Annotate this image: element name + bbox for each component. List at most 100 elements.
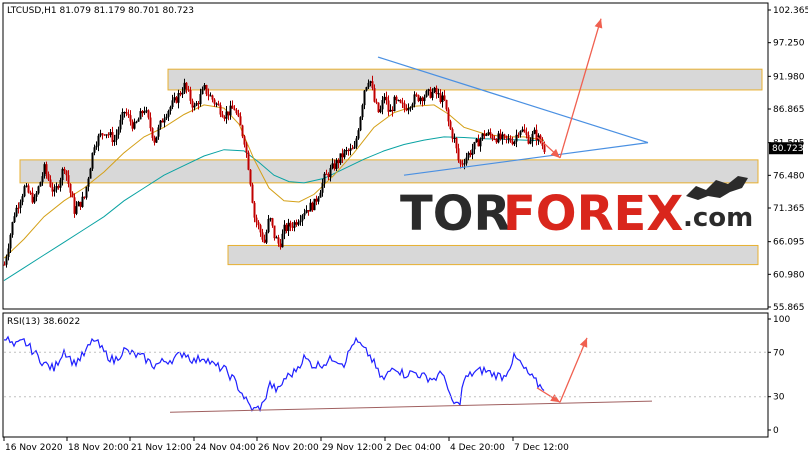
candle-body <box>403 103 406 109</box>
candle-body <box>527 134 530 144</box>
candle-body <box>323 173 326 183</box>
candle-body <box>425 90 428 97</box>
chart-window: TOR FOREX .com 102.365 97.250 91.980 86.865… <box>0 0 808 458</box>
candle-body <box>87 178 90 187</box>
candle-body <box>189 90 192 101</box>
price-tick-label: 91.980 <box>773 72 805 82</box>
candle-body <box>441 95 444 103</box>
candle-body <box>311 202 314 211</box>
candle-body <box>369 81 372 83</box>
candle-body <box>267 218 270 233</box>
candle-body <box>475 139 478 143</box>
candle-body <box>465 157 468 164</box>
candle-body <box>293 222 296 228</box>
rsi-tick-label: 70 <box>773 348 785 358</box>
candle-body <box>99 133 102 136</box>
candle-body <box>251 184 254 203</box>
candle-body <box>535 129 538 141</box>
candle-body <box>235 110 238 114</box>
candle-body <box>61 168 64 181</box>
candle-body <box>245 144 248 153</box>
candle-body <box>143 110 146 114</box>
candle-body <box>491 135 494 139</box>
candle-body <box>533 129 536 134</box>
zone-0 <box>167 68 763 91</box>
candle-body <box>405 108 408 111</box>
time-tick-label: 2 Dec 04:00 <box>386 443 441 453</box>
candle-body <box>389 109 392 112</box>
candle-body <box>499 133 502 140</box>
candle-body <box>83 196 86 198</box>
candle-body <box>33 196 36 203</box>
candle-body <box>149 117 152 129</box>
candle-body <box>57 186 60 188</box>
candle-body <box>247 152 250 170</box>
candle-body <box>487 132 490 135</box>
candle-body <box>507 138 510 140</box>
candle-body <box>53 189 56 192</box>
price-tick-label: 76.480 <box>773 171 805 181</box>
candle-body <box>127 113 130 116</box>
candle-body <box>449 121 452 130</box>
candle-body <box>101 133 104 135</box>
candle-body <box>89 168 92 179</box>
candle-body <box>393 96 396 111</box>
candle-body <box>37 186 40 194</box>
candle-body <box>377 102 380 113</box>
candle-body <box>307 210 310 212</box>
candle-body <box>477 139 480 147</box>
candle-body <box>55 186 58 190</box>
time-tick-label: 26 Nov 20:00 <box>258 443 319 453</box>
candle-body <box>411 104 414 108</box>
candle-body <box>471 149 474 155</box>
candle-body <box>117 129 120 135</box>
candle-body <box>125 111 128 114</box>
candle-body <box>427 89 430 91</box>
chart-title: LTCUSD,H1 81.079 81.179 80.701 80.723 <box>7 6 194 16</box>
candle-body <box>223 117 226 119</box>
candle-body <box>129 115 132 122</box>
candle-body <box>233 108 236 111</box>
candle-body <box>91 152 94 169</box>
candle-body <box>79 201 82 207</box>
candle-body <box>517 134 520 136</box>
candle-body <box>217 103 220 106</box>
candle-body <box>49 179 52 187</box>
candle-body <box>485 134 488 136</box>
candle-body <box>359 117 362 131</box>
candle-body <box>111 132 114 143</box>
candle-body <box>261 232 264 240</box>
candle-body <box>201 89 204 95</box>
candle-body <box>345 150 348 152</box>
candle-body <box>255 217 258 223</box>
candle-body <box>153 137 156 143</box>
candle-body <box>39 182 42 187</box>
candle-body <box>325 173 328 175</box>
candle-body <box>187 89 190 91</box>
price-tick-label: 55.865 <box>773 303 805 313</box>
candle-body <box>175 97 178 103</box>
candle-body <box>19 202 22 208</box>
candle-body <box>197 103 200 105</box>
candle-body <box>59 180 62 188</box>
candle-body <box>209 95 212 97</box>
candle-body <box>3 264 6 266</box>
candle-body <box>183 82 186 93</box>
candle-body <box>509 138 512 142</box>
candle-body <box>29 192 32 194</box>
candle-body <box>159 120 162 128</box>
candle-body <box>417 95 420 102</box>
candle-body <box>291 226 294 228</box>
candle-body <box>47 173 50 180</box>
candle-body <box>331 163 334 169</box>
candle-body <box>169 106 172 111</box>
candle-body <box>177 93 180 103</box>
candle-body <box>287 222 290 231</box>
candle-body <box>399 100 402 103</box>
candle-body <box>115 134 118 141</box>
candle-body <box>73 197 76 214</box>
candle-body <box>23 186 26 197</box>
candle-body <box>75 206 78 214</box>
candle-body <box>495 139 498 143</box>
candle-body <box>505 135 508 139</box>
